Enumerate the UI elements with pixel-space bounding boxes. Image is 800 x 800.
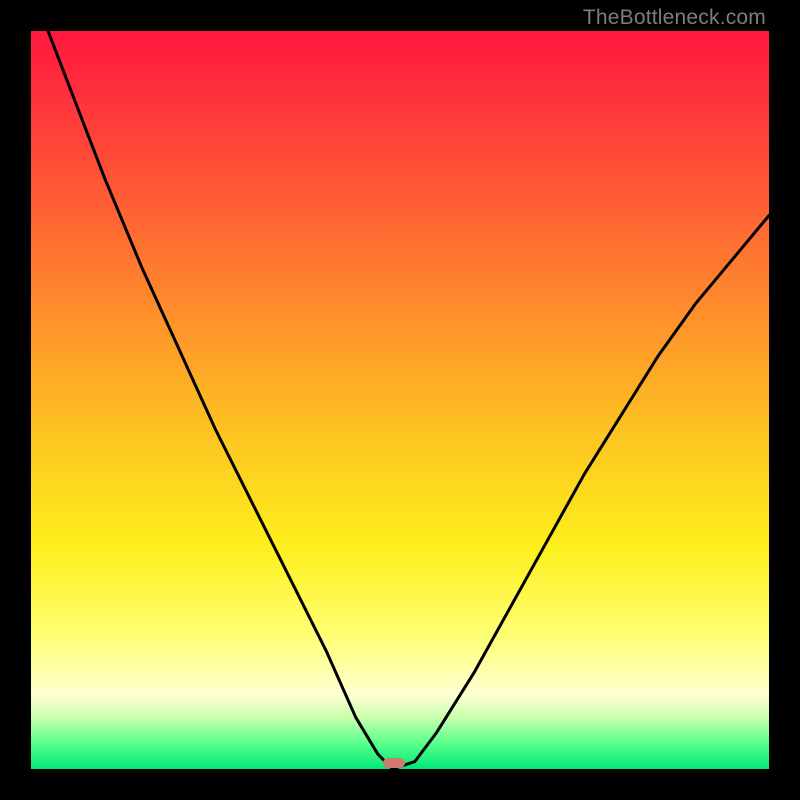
chart-frame: TheBottleneck.com bbox=[0, 0, 800, 800]
watermark-text: TheBottleneck.com bbox=[583, 6, 766, 30]
minimum-marker bbox=[383, 758, 405, 768]
bottleneck-curve bbox=[31, 31, 769, 769]
